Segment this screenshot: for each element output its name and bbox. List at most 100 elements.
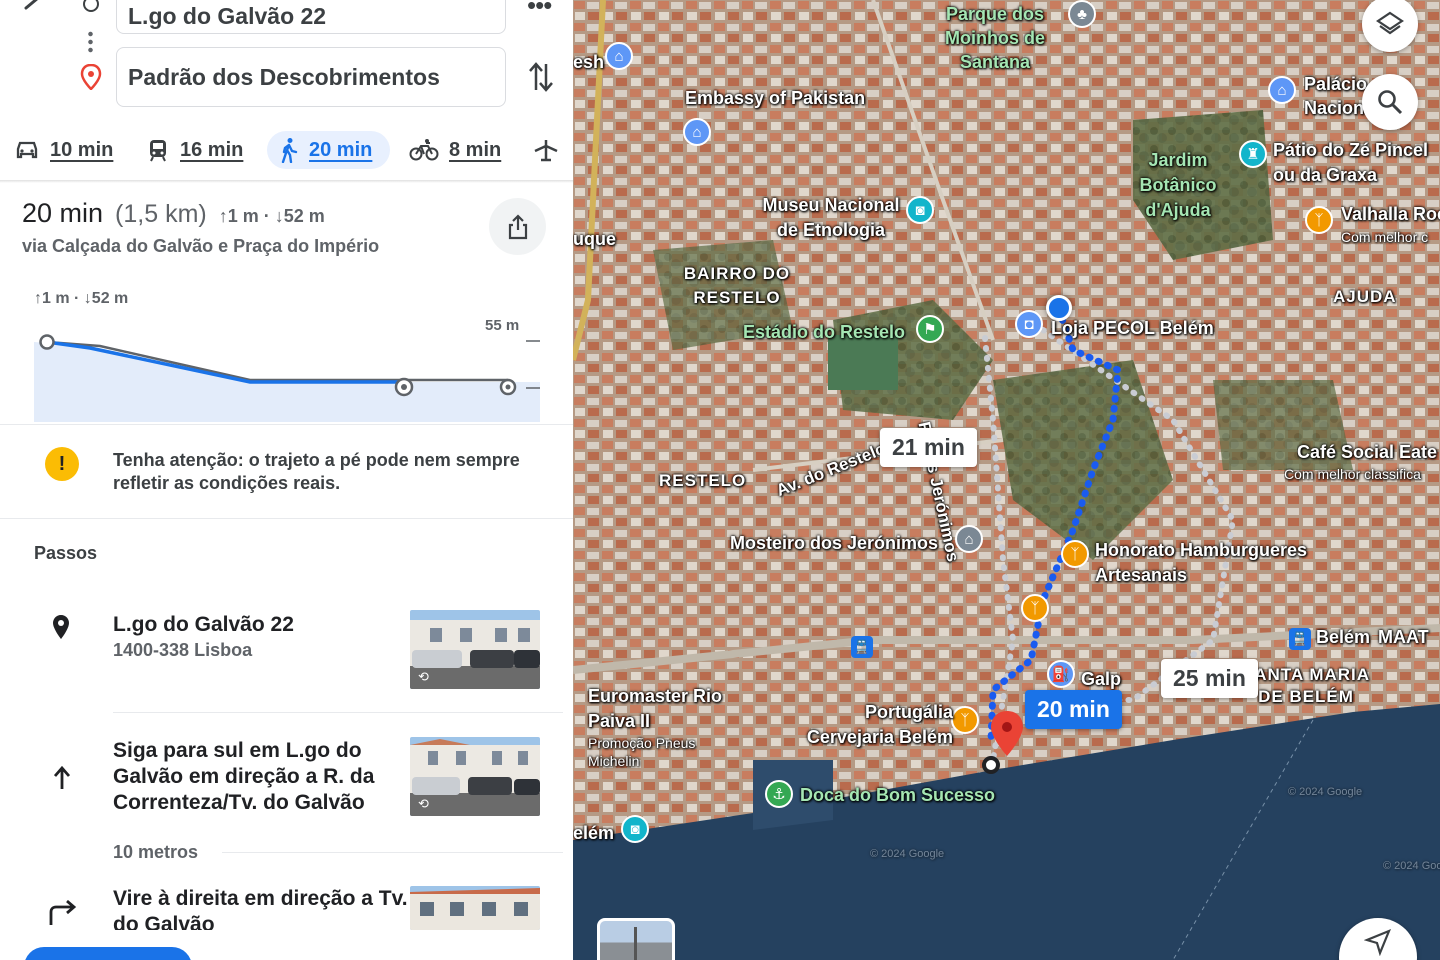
embassy-pin-icon[interactable]: ⌂ [683,118,711,146]
map-label: Café Social Eate [1297,442,1438,462]
mode-car-label: 10 min [50,138,114,161]
alt-route-time[interactable]: 21 min [880,428,977,467]
map-label: Com melhor classifica [1284,466,1421,482]
street-view-icon: ⟲ [418,669,429,684]
layers-icon [1376,11,1404,35]
elevation-chart [34,334,540,422]
map-label: Estádio do Restelo [743,322,906,342]
transit-icon [150,140,166,162]
castle-pin-icon[interactable]: ♜ [1239,140,1267,168]
park-pin-icon[interactable]: ♣ [1068,0,1096,28]
train-station-icon[interactable]: 🚆 [851,636,873,658]
mode-flight[interactable] [532,131,570,169]
map-watermark: © 2024 Google [870,848,945,860]
map-label: MAAT [1378,627,1429,647]
origin-field[interactable]: L.go do Galvão 22 [116,0,506,34]
camera-pin-icon[interactable]: ◙ [906,196,934,224]
street-view-thumbnail[interactable] [410,886,540,930]
landmark-pin-icon[interactable]: ⌂ [605,42,633,70]
share-icon [508,213,527,239]
turn-right-icon [49,900,77,925]
map-label: Belém [1316,627,1371,647]
map-label: Loja PECOL Belém [1051,318,1214,338]
map-label: Valhalla Rock [1341,204,1440,224]
mode-transit-label: 16 min [180,138,244,161]
street-view-thumbnail[interactable]: ⟲ [410,610,540,689]
map-label: uque [573,229,616,249]
divider [0,518,573,519]
restaurant-pin-icon[interactable]: ᛉ [951,706,979,734]
arrow-up-icon [53,765,71,789]
shop-pin-icon[interactable]: ◘ [1015,310,1043,338]
back-arrow-icon[interactable] [18,0,44,20]
map-label: Promoção Pneus Michelin [588,735,696,769]
map-label: Jardim Botânico d'Ajuda [1139,150,1217,220]
map-label: Honorato Hamburgueres Artesanais [1095,540,1308,585]
origin-circle-icon [83,0,99,12]
swap-icon[interactable] [526,60,556,94]
flight-icon [534,140,558,162]
map-view[interactable]: ⌂ ⌂ ⌂ ◙ ♜ ᛉ ◘ ⚑ ⌂ ᛉ ᛉ ⛽ ᛉ ⚓ ◙ ♣ 🚆 🚆 Parq… [573,0,1440,960]
more-options-icon[interactable]: ••• [527,0,552,18]
map-label: SANTA MARIA DE BELÉM [1241,665,1371,706]
restaurant-pin-icon[interactable]: ᛉ [1061,540,1089,568]
step-title: Vire à direita em direção a Tv. do Galvã… [113,887,408,930]
map-label: Doca do Bom Sucesso [800,785,996,805]
map-label: AJUDA [1333,287,1397,306]
gas-station-pin-icon[interactable]: ⛽ [1047,660,1075,688]
destination-endpoint-icon [982,756,1000,774]
street-view-preview-pole [634,927,637,960]
map-label: Com melhor c [1341,229,1429,245]
mode-bike-label: 8 min [449,138,502,161]
start-button[interactable] [24,947,192,960]
warning-icon: ! [45,447,79,481]
directions-panel: L.go do Galvão 22 Padrão dos Descobrimen… [0,0,573,960]
map-watermark: © 2024 Google [1288,786,1363,798]
walk-icon [281,138,298,163]
map-label: RESTELO [659,471,747,490]
restaurant-pin-icon[interactable]: ᛉ [1305,206,1333,234]
map-watermark: © 2024 Google [1383,860,1440,872]
street-view-preview[interactable] [597,918,675,960]
restaurant-pin-icon[interactable]: ᛉ [1021,594,1049,622]
mode-bike[interactable]: 8 min [409,131,501,169]
destination-marker-icon[interactable] [989,710,1025,760]
alt-route-time[interactable]: 25 min [1161,659,1258,698]
step-divider [222,852,563,853]
selected-route-time[interactable]: 20 min [1025,690,1122,729]
marina-pin-icon[interactable]: ⚓ [765,780,793,808]
map-label: Embassy of Pakistan [685,88,866,108]
map-label: Mosteiro dos Jerónimos [730,533,939,553]
map-label: Galp [1081,669,1122,689]
elevation-start-marker [39,334,55,350]
map-label: Pátio do Zé Pincel ou da Graxa [1273,140,1429,185]
map-label: Museu Nacional de Etnologia [762,195,900,240]
street-view-thumbnail[interactable]: ⟲ [410,737,540,816]
step-title: Siga para sul em L.go do Galvão em direç… [113,739,375,814]
step-distance: 10 metros [113,842,199,862]
bike-icon [409,139,439,161]
search-icon [1378,90,1403,115]
step-subtitle: 1400-338 Lisboa [113,640,253,660]
camera-pin-icon[interactable]: ◙ [621,815,649,843]
route-distance: (1,5 km) [115,200,207,228]
elevation-chart-header: ↑1 m · ↓52 m [34,290,129,307]
share-button[interactable] [489,198,546,255]
search-button[interactable] [1362,74,1418,130]
panel-shadow [0,180,573,183]
mode-car[interactable]: 10 min [14,131,113,169]
map-label: elém [573,823,615,843]
map-label: Portugália Cervejaria Belém [806,702,953,747]
destination-field[interactable]: Padrão dos Descobrimentos [116,47,506,107]
step-title: L.go do Galvão 22 [113,613,294,636]
mode-transit[interactable]: 16 min [146,131,243,169]
museum-pin-icon[interactable]: ⌂ [1268,76,1296,104]
origin-value: L.go do Galvão 22 [128,2,327,29]
train-station-icon[interactable]: 🚆 [1289,628,1311,650]
mode-walk-label: 20 min [309,138,373,161]
stadium-pin-icon[interactable]: ⚑ [916,315,944,343]
divider [0,424,573,425]
mode-walk[interactable]: 20 min [267,131,390,169]
map-label: esh [573,52,605,72]
map-label: Parque dos Moinhos de Santana [945,4,1045,72]
